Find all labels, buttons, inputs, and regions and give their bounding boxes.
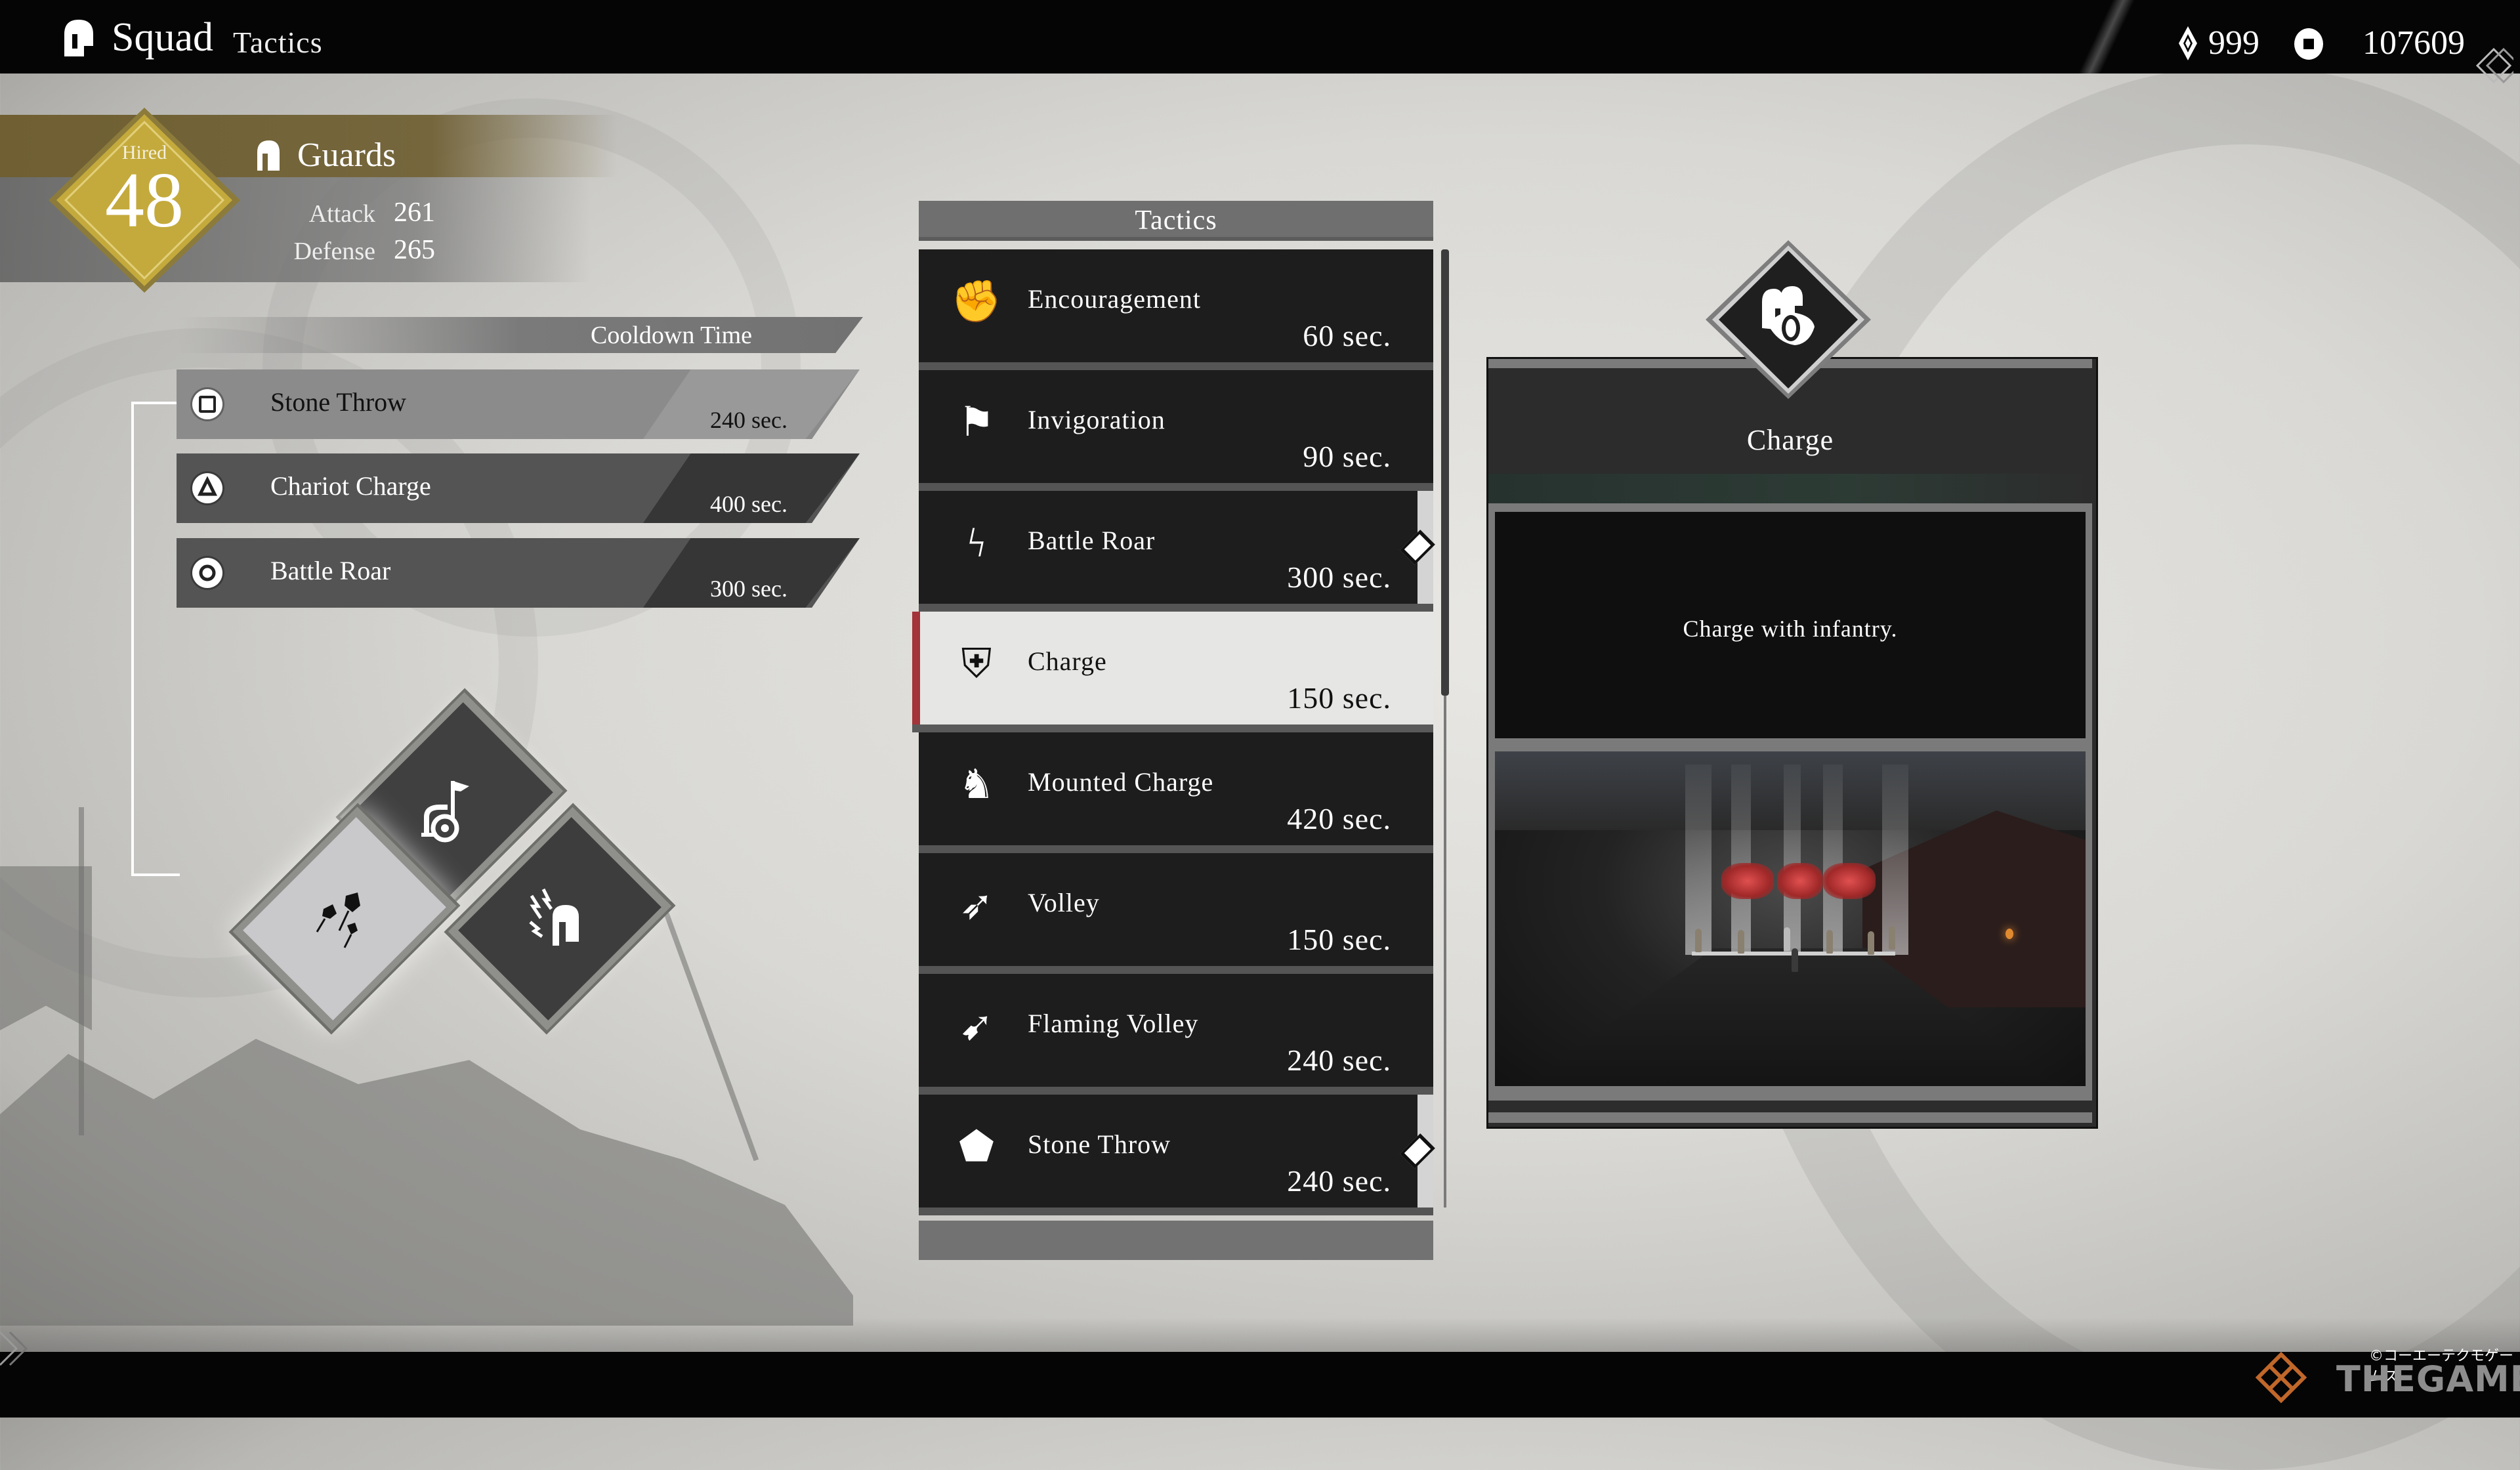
equipped-tactic-name: Stone Throw [270,387,407,417]
bottom-bar-shadow [0,1318,2520,1352]
detail-title: Charge [1746,424,1834,456]
tactic-name: Mounted Charge [1028,767,1214,797]
tactic-cooldown: 60 sec. [1303,319,1391,352]
soldier-figure [1738,930,1744,954]
charge-icon [1749,276,1828,354]
tactics-list-title: Tactics [1135,205,1217,236]
helmet-icon [58,17,96,58]
battle-roar-icon: ϟ [967,521,986,566]
equipped-tactic-name: Chariot Charge [270,471,431,501]
tactic-row[interactable]: ➹ Flaming Volley 240 sec. [919,974,1433,1095]
equipped-tactic-triangle[interactable]: Chariot Charge 400 sec. [177,453,860,523]
equipped-tactic-time: 300 sec. [710,576,788,602]
tactic-row[interactable]: ϟ Battle Roar 300 sec. [919,491,1435,612]
thegamer-watermark: THEGAMER [2336,1358,2520,1400]
light-beam [1882,765,1908,955]
tactic-row[interactable]: ⬟ Stone Throw 240 sec. [919,1095,1435,1215]
tactic-cooldown: 300 sec. [1287,560,1391,594]
chariot-icon [407,768,492,853]
bottom-bar [0,1352,2520,1418]
tactic-name: Flaming Volley [1028,1009,1199,1038]
tactics-list-footer [919,1221,1433,1260]
light-beam [1685,765,1712,955]
cooldown-header [177,317,863,353]
defense-label: Defense [293,238,375,265]
equipped-tactic-name: Battle Roar [270,556,391,585]
soldier-figure [1889,926,1895,950]
triangle-button-icon [192,473,222,503]
encouragement-icon: ✊ [951,280,1002,324]
equipped-tactic-circle[interactable]: Battle Roar 300 sec. [177,538,860,608]
page-subtitle: Tactics [233,26,323,59]
soldier-figure [1695,929,1702,952]
tactic-row[interactable]: ♞ Mounted Charge 420 sec. [919,732,1433,853]
tactic-preview-image [1495,751,2086,1086]
detail-description: Charge with infantry. [1683,616,1898,642]
tactic-name: Encouragement [1028,284,1201,314]
tactic-cooldown: 90 sec. [1303,440,1391,473]
slot-connector-line [131,402,180,876]
soldier-figure [1826,930,1833,954]
hired-count: 48 [105,156,184,243]
tactic-cooldown: 240 sec. [1287,1164,1391,1198]
detail-bottom-strip [1488,1112,2092,1123]
corner-ornament [2474,46,2520,85]
light-beam [1823,765,1843,955]
gem-icon [2179,26,2197,60]
circle-button-icon [192,558,222,588]
tactic-cooldown: 150 sec. [1287,923,1391,956]
coin-count: 107609 [2362,24,2465,62]
tactic-row[interactable]: ⚑ Invigoration 90 sec. [919,370,1433,491]
tactic-name: Battle Roar [1028,526,1156,555]
square-button-icon [192,389,222,419]
cooldown-header-label: Cooldown Time [591,322,753,349]
tactic-cooldown: 150 sec. [1287,681,1391,715]
light-beam [1784,765,1801,955]
torch-light [2006,929,2013,939]
light-beam [1731,765,1751,955]
attack-value: 261 [394,198,435,228]
flaming-volley-icon: ➹ [959,1004,994,1049]
soldier-figure [1868,931,1874,955]
tactic-name: Charge [1028,646,1107,676]
tactic-name: Volley [1028,888,1100,917]
tactic-name: Stone Throw [1028,1129,1171,1159]
red-aura [1721,863,1774,899]
helmet-icon [255,139,281,172]
thegamer-logo-icon [2254,1351,2308,1404]
page-title: Squad [112,15,213,60]
volley-icon: ➶ [959,883,994,928]
defense-value: 265 [394,235,435,265]
mounted-charge-icon: ♞ [958,763,995,807]
soldier-figure [1784,927,1790,951]
tactic-cooldown: 420 sec. [1287,802,1391,835]
battle-roar-icon [518,883,591,955]
equipped-tactic-time: 400 sec. [710,491,788,517]
gem-count: 999 [2208,24,2259,62]
equipped-tactic-square[interactable]: Stone Throw 240 sec. [177,369,860,439]
scrollbar-thumb[interactable] [1441,249,1449,696]
tactic-row[interactable]: ➶ Volley 150 sec. [919,853,1433,974]
tactic-name: Invigoration [1028,405,1166,434]
left-corner-ornament [0,1326,46,1372]
tactic-row[interactable]: ✊ Encouragement 60 sec. [919,249,1433,370]
top-bar-accent [2067,0,2146,74]
stone-throw-icon: ⬟ [959,1125,994,1169]
stone-throw-icon [305,879,384,958]
attack-label: Attack [308,200,375,228]
tactic-cooldown: 240 sec. [1287,1043,1391,1077]
charge-icon: ⛨ [961,642,992,686]
soldier-figure [1792,948,1798,972]
red-aura [1823,863,1876,899]
red-aura [1777,863,1823,899]
equipped-tactic-time: 240 sec. [710,407,788,433]
tactic-row[interactable]: ⛨ Charge 150 sec. [912,612,1433,732]
unit-name: Guards [297,136,396,174]
invigoration-icon: ⚑ [958,400,995,445]
coin-icon [2294,28,2324,60]
detail-title-underline [1488,474,2092,503]
